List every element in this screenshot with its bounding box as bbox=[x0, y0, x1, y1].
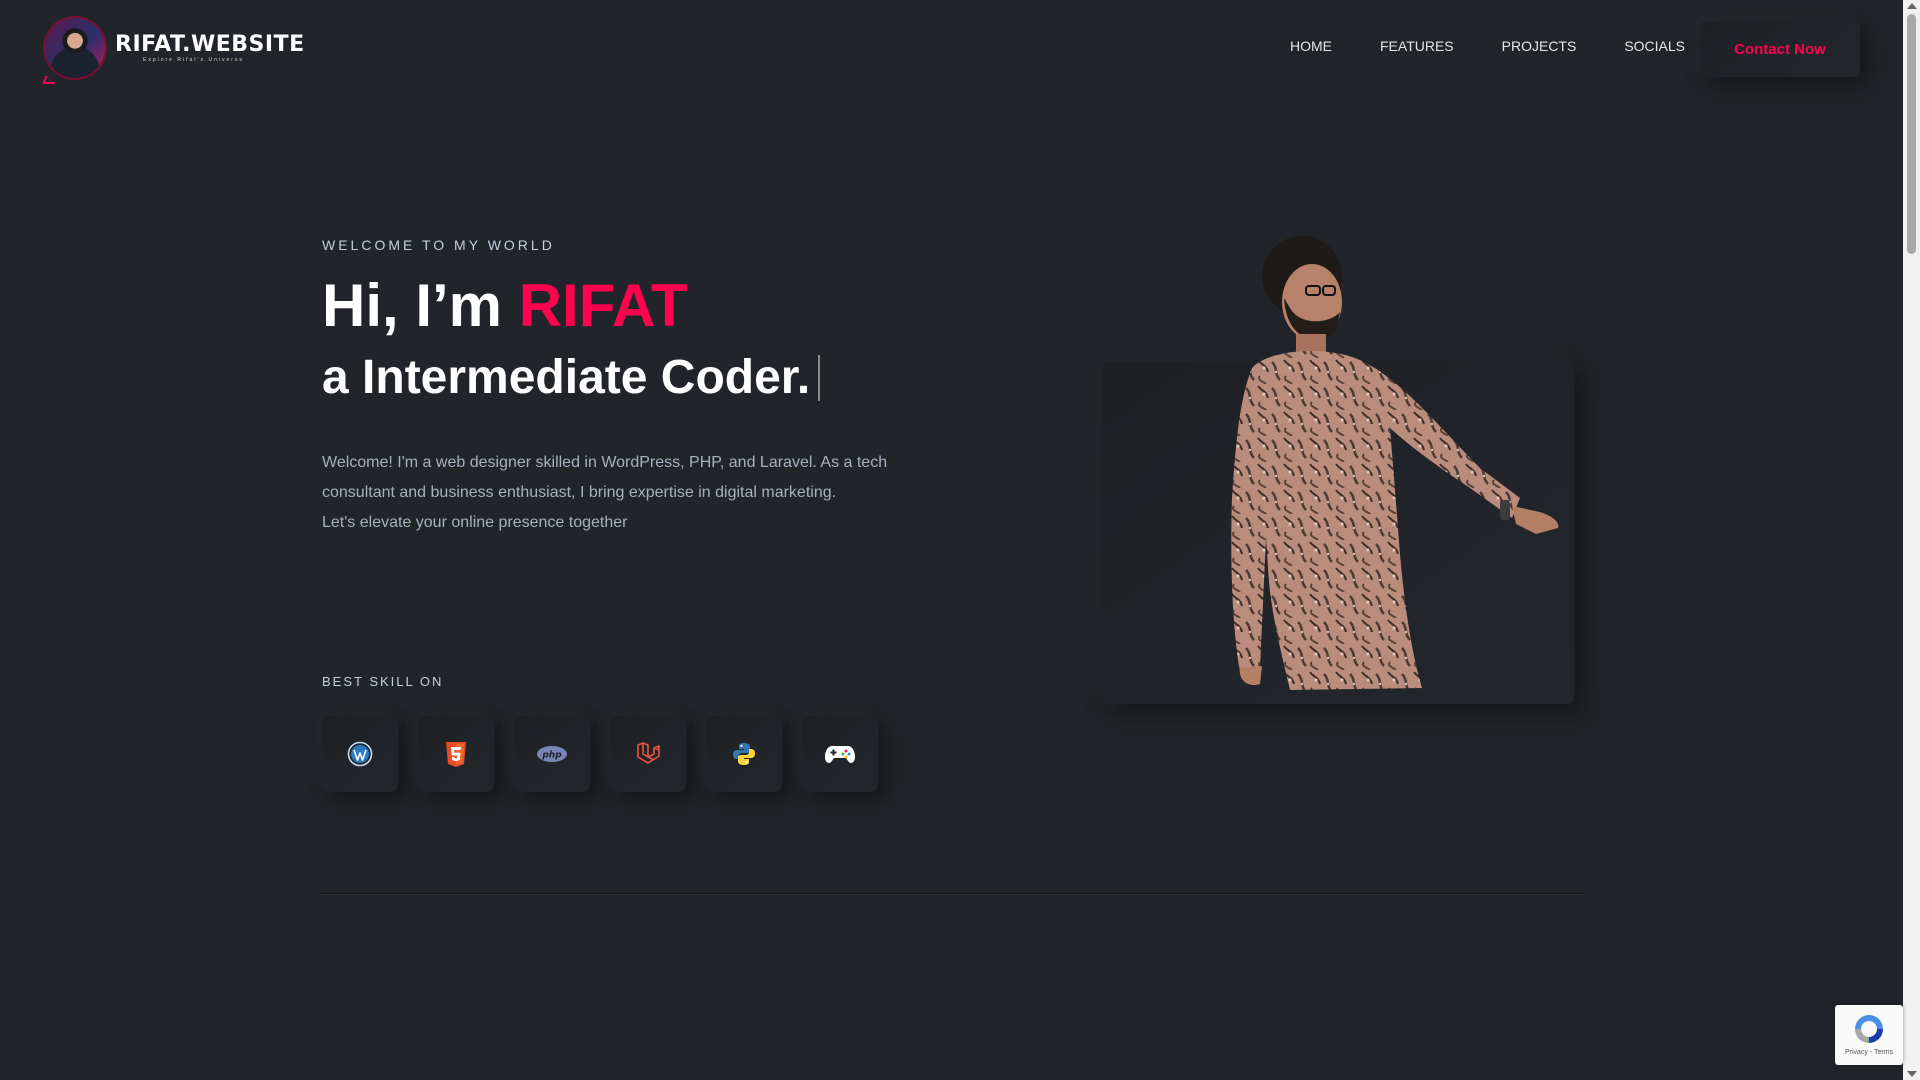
section-divider bbox=[322, 893, 1582, 894]
welcome-label: WELCOME TO MY WORLD bbox=[322, 237, 555, 253]
nav-features[interactable]: FEATURES bbox=[1380, 38, 1454, 54]
hero-description-line: Let's elevate your online presence toget… bbox=[322, 514, 628, 531]
scrollbar[interactable] bbox=[1903, 0, 1920, 1080]
recaptcha-badge[interactable]: Privacy - Terms bbox=[1835, 1005, 1903, 1065]
recaptcha-icon bbox=[1855, 1015, 1883, 1043]
hero-description-line: Welcome! I'm a web designer skilled in W… bbox=[322, 454, 888, 471]
wordpress-icon bbox=[347, 741, 373, 767]
nav-home[interactable]: HOME bbox=[1290, 38, 1332, 54]
logo-avatar bbox=[45, 18, 105, 78]
scroll-down-icon[interactable] bbox=[1907, 1071, 1917, 1077]
skill-gaming[interactable] bbox=[802, 716, 878, 792]
contact-now-button[interactable]: Contact Now bbox=[1700, 21, 1860, 77]
hero-subtitle: a Intermediate Coder. bbox=[322, 351, 821, 404]
main-nav: HOME FEATURES PROJECTS SOCIALS bbox=[1290, 38, 1733, 54]
svg-text:php: php bbox=[541, 751, 562, 761]
logo-text: RIFAT.WEBSITE Explore Rifat's Universe bbox=[115, 31, 305, 63]
recaptcha-footer[interactable]: Privacy - Terms bbox=[1845, 1049, 1893, 1056]
scroll-up-icon[interactable] bbox=[1907, 3, 1917, 9]
logo-mark-icon bbox=[42, 76, 58, 84]
logo-subtitle: Explore Rifat's Universe bbox=[143, 56, 245, 63]
skill-wordpress[interactable] bbox=[322, 716, 398, 792]
hero-greeting: Hi, I’m bbox=[322, 272, 519, 339]
php-icon: php bbox=[537, 746, 567, 762]
hero-description-line: consultant and business enthusiast, I br… bbox=[322, 484, 837, 501]
logo-title: RIFAT.WEBSITE bbox=[115, 31, 305, 57]
skill-python[interactable] bbox=[706, 716, 782, 792]
skill-laravel[interactable] bbox=[610, 716, 686, 792]
nav-socials[interactable]: SOCIALS bbox=[1624, 38, 1685, 54]
hero-name: RIFAT bbox=[518, 272, 688, 339]
hero-title: Hi, I’m RIFAT bbox=[322, 276, 688, 336]
laravel-icon bbox=[637, 742, 660, 764]
typing-cursor bbox=[818, 355, 821, 401]
nav-projects[interactable]: PROJECTS bbox=[1502, 38, 1577, 54]
skill-php[interactable]: php bbox=[514, 716, 590, 792]
portrait-image bbox=[1231, 236, 1559, 690]
page: RIFAT.WEBSITE Explore Rifat's Universe H… bbox=[0, 0, 1920, 1080]
scroll-thumb[interactable] bbox=[1907, 14, 1916, 254]
gamepad-icon bbox=[825, 746, 855, 763]
skill-html5[interactable] bbox=[418, 716, 494, 792]
hero-description: Welcome! I'm a web designer skilled in W… bbox=[322, 448, 922, 538]
site-logo[interactable]: RIFAT.WEBSITE Explore Rifat's Universe bbox=[45, 18, 305, 78]
skills-list: php bbox=[322, 716, 878, 792]
skills-label: BEST SKILL ON bbox=[322, 674, 444, 689]
hero-subtitle-text: a Intermediate Coder. bbox=[322, 351, 811, 404]
python-icon bbox=[733, 743, 755, 765]
html5-icon bbox=[446, 742, 466, 767]
